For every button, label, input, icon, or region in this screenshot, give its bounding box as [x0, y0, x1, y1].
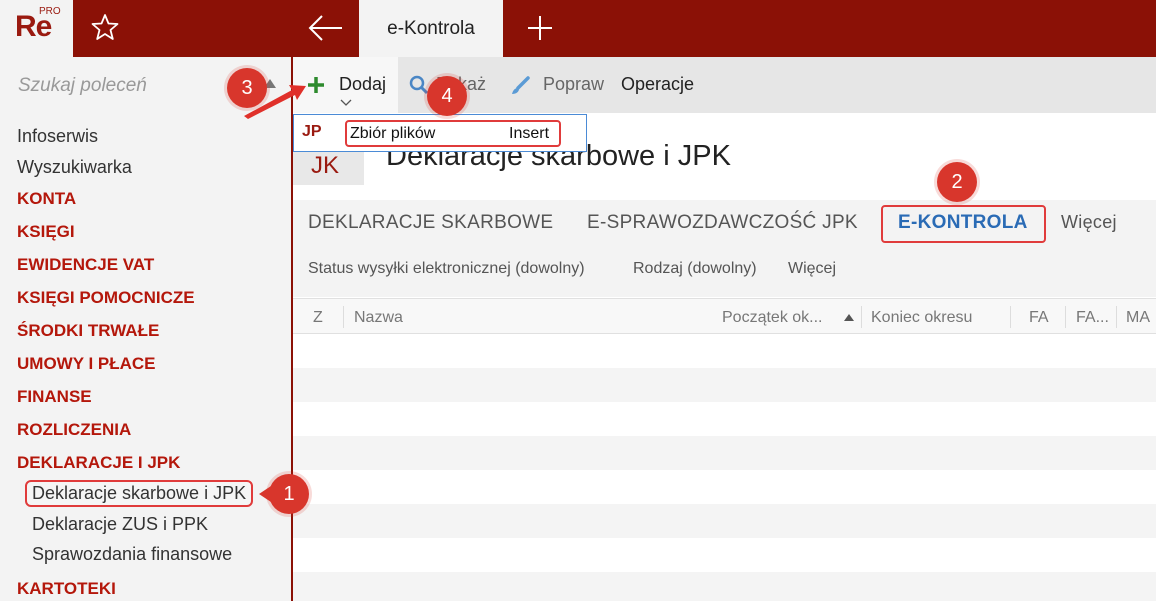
sidebar-section-ksiegi-pomocnicze[interactable]: KSIĘGI POMOCNICZE [17, 288, 195, 308]
table-row[interactable] [293, 470, 1156, 504]
sidebar-section-umowy-i-place[interactable]: UMOWY I PŁACE [17, 354, 156, 374]
column-separator[interactable] [343, 306, 344, 328]
column-name[interactable]: Nazwa [354, 309, 403, 327]
operations-button[interactable]: Operacje [621, 74, 694, 95]
sidebar-section-rozliczenia[interactable]: ROZLICZENIA [17, 420, 131, 440]
grid-header: Z Nazwa Początek ok... Koniec okresu FA … [293, 298, 1156, 334]
column-separator[interactable] [1065, 306, 1066, 328]
app-window: Re PRO e-Kontrola Szukaj poleceń Infoser… [0, 0, 1156, 601]
new-tab-plus-icon[interactable] [526, 14, 554, 42]
filter-bar: Status wysyłki elektronicznej (dowolny) … [293, 245, 1156, 297]
column-start[interactable]: Początek ok... [722, 309, 823, 327]
top-bar: Re PRO e-Kontrola [0, 0, 1156, 57]
jpk-badge-icon: JP [302, 123, 322, 140]
sidebar-item-deklaracje-zus[interactable]: Deklaracje ZUS i PPK [32, 514, 208, 535]
app-logo[interactable]: Re PRO [0, 0, 73, 57]
edit-button[interactable]: Popraw [543, 74, 604, 95]
callout-1: 1 [269, 474, 309, 514]
sidebar-section-ksiegi[interactable]: KSIĘGI [17, 222, 75, 242]
column-end[interactable]: Koniec okresu [871, 309, 972, 327]
add-button-label: Dodaj [339, 74, 387, 94]
page-tabs: DEKLARACJE SKARBOWE E-SPRAWOZDAWCZOŚĆ JP… [293, 200, 1156, 245]
sidebar-item-sprawozdania[interactable]: Sprawozdania finansowe [32, 544, 232, 565]
column-ma[interactable]: MA [1126, 309, 1150, 327]
command-toolbar: Dodaj Pokaż Popraw Operacje [293, 57, 1156, 113]
table-row[interactable] [293, 368, 1156, 402]
filter-type[interactable]: Rodzaj (dowolny) [633, 260, 757, 278]
table-row[interactable] [293, 436, 1156, 470]
column-z[interactable]: Z [313, 309, 323, 327]
sidebar-item-infoserwis[interactable]: Infoserwis [17, 126, 98, 147]
sidebar-section-finanse[interactable]: FINANSE [17, 387, 92, 407]
callout-2: 2 [937, 162, 977, 202]
back-arrow-icon[interactable] [306, 12, 346, 44]
grid-body [293, 334, 1156, 601]
table-row[interactable] [293, 572, 1156, 601]
callout-4: 4 [427, 76, 467, 116]
column-separator[interactable] [1116, 306, 1117, 328]
filter-status[interactable]: Status wysyłki elektronicznej (dowolny) [308, 260, 585, 278]
table-row[interactable] [293, 402, 1156, 436]
column-fa2[interactable]: FA... [1076, 309, 1109, 327]
column-separator[interactable] [1010, 306, 1011, 328]
column-separator[interactable] [861, 306, 862, 328]
brush-icon [512, 76, 530, 94]
logo-superscript: PRO [39, 6, 61, 17]
sidebar-item-deklaracje-skarbowe[interactable]: Deklaracje skarbowe i JPK [24, 480, 254, 507]
page-icon: JK [293, 152, 364, 185]
callout-3: 3 [227, 68, 267, 108]
command-search-input[interactable]: Szukaj poleceń [18, 75, 147, 97]
sidebar-section-srodki-trwale[interactable]: ŚRODKI TRWAŁE [17, 321, 159, 341]
menu-item-zbior-plikow[interactable]: Zbiór plików [350, 125, 435, 143]
column-fa[interactable]: FA [1029, 309, 1049, 327]
table-row[interactable] [293, 504, 1156, 538]
favorite-star-icon[interactable] [90, 12, 120, 42]
tab-more[interactable]: Więcej [1061, 212, 1117, 233]
tab-e-kontrola-active[interactable]: E-KONTROLA [898, 212, 1028, 234]
callout-pointer [259, 486, 271, 502]
sidebar-section-kartoteki[interactable]: KARTOTEKI [17, 579, 116, 599]
chevron-down-icon[interactable] [340, 99, 352, 107]
menu-item-shortcut: Insert [509, 125, 550, 142]
tab-e-kontrola[interactable]: e-Kontrola [359, 0, 503, 57]
filter-more[interactable]: Więcej [788, 260, 836, 278]
tab-e-sprawozdawczosc[interactable]: E-SPRAWOZDAWCZOŚĆ JPK [587, 212, 858, 234]
tab-deklaracje-skarbowe[interactable]: DEKLARACJE SKARBOWE [308, 212, 553, 234]
search-icon [409, 75, 429, 95]
sidebar-section-deklaracje-i-jpk[interactable]: DEKLARACJE I JPK [17, 453, 180, 473]
add-dropdown-menu: JP Zbiór plików Insert [293, 114, 587, 152]
table-row[interactable] [293, 334, 1156, 368]
sidebar-section-ewidencje-vat[interactable]: EWIDENCJE VAT [17, 255, 154, 275]
sort-ascending-icon [844, 314, 854, 321]
table-row[interactable] [293, 538, 1156, 572]
sidebar-item-wyszukiwarka[interactable]: Wyszukiwarka [17, 157, 132, 178]
sidebar-section-konta[interactable]: KONTA [17, 189, 76, 209]
